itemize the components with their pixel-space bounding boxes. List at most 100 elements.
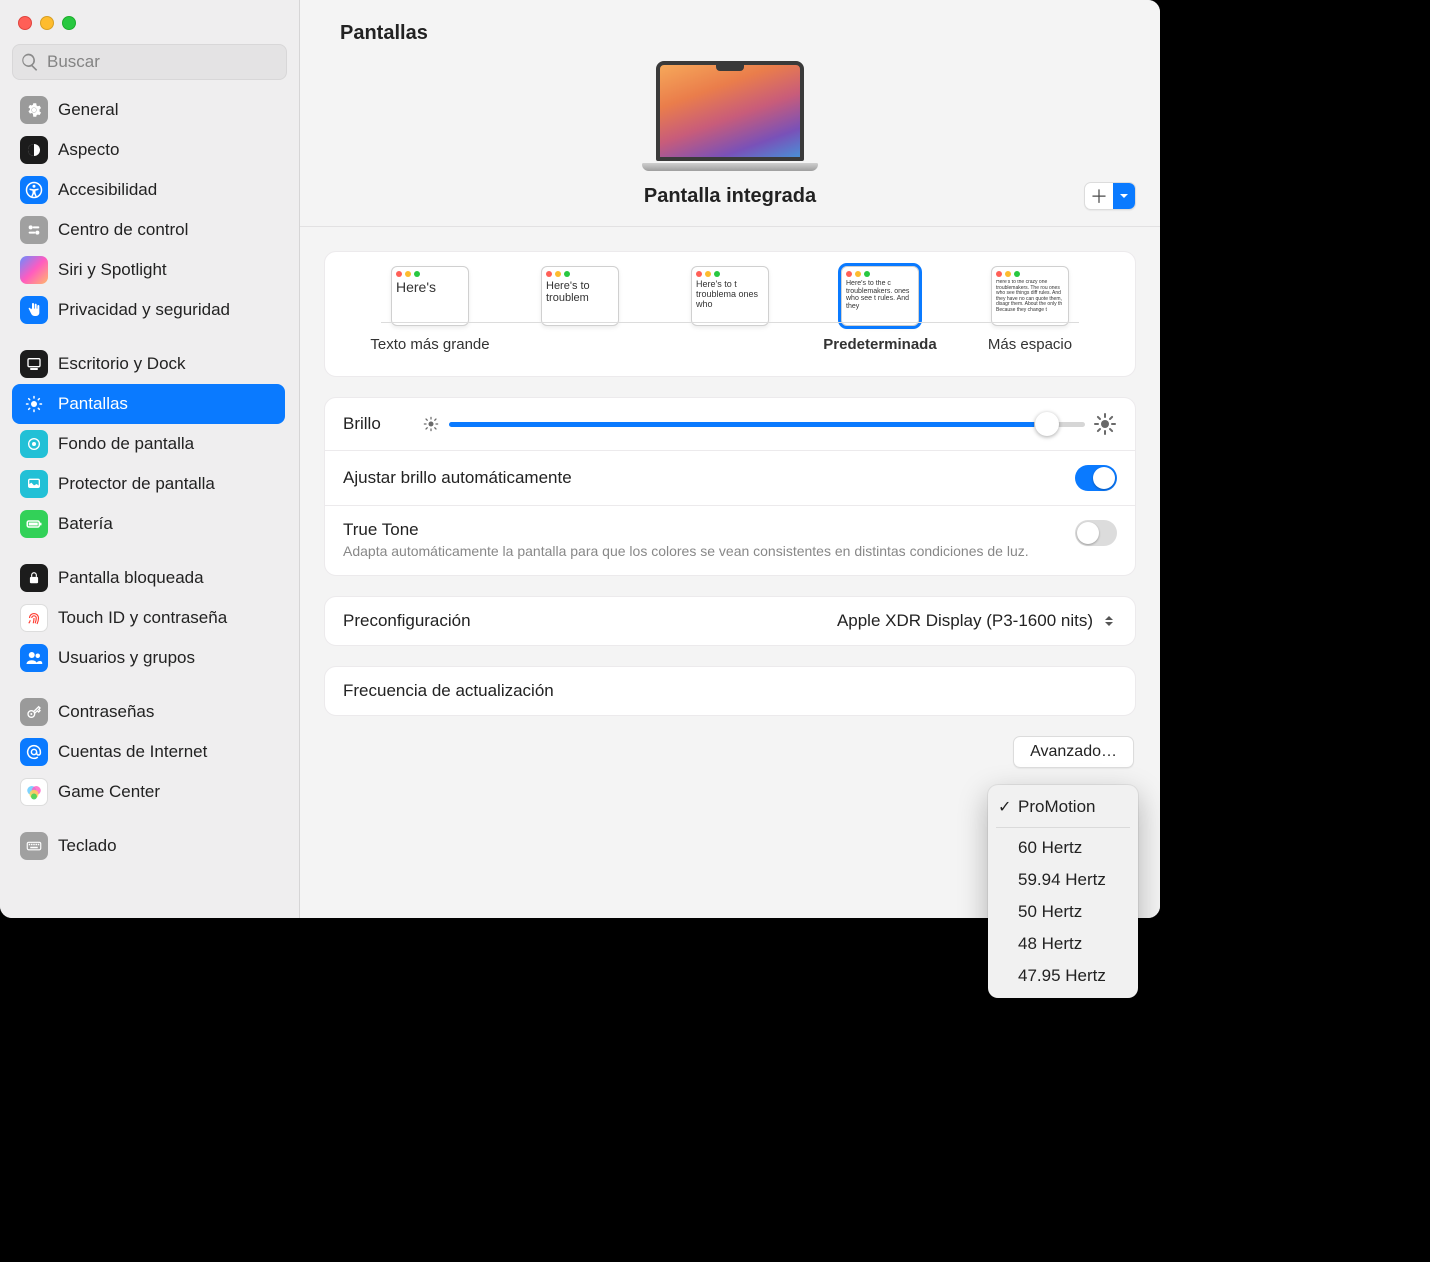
true-tone-row: True Tone Adapta automáticamente la pant… bbox=[325, 505, 1135, 575]
sidebar-item-label: Escritorio y Dock bbox=[58, 354, 186, 374]
sidebar-item-label: Privacidad y seguridad bbox=[58, 300, 230, 320]
sidebar: General Aspecto Accesibilidad Centro de … bbox=[0, 0, 300, 918]
menu-item-50hz[interactable]: 50 Hertz bbox=[988, 896, 1138, 928]
add-display-button[interactable]: ＋ bbox=[1084, 182, 1136, 210]
brightness-label: Brillo bbox=[343, 414, 381, 434]
sidebar-item-touch-id[interactable]: Touch ID y contraseña bbox=[12, 598, 285, 638]
sidebar-item-label: Batería bbox=[58, 514, 113, 534]
sidebar-item-label: Touch ID y contraseña bbox=[58, 608, 227, 628]
sidebar-item-label: Game Center bbox=[58, 782, 160, 802]
sidebar-item-accessibility[interactable]: Accesibilidad bbox=[12, 170, 285, 210]
menu-item-48hz[interactable]: 48 Hertz bbox=[988, 928, 1138, 960]
resolution-option-more-space[interactable]: Here's to the crazy one troublemakers. T… bbox=[955, 266, 1105, 354]
search-field bbox=[12, 44, 287, 80]
main-content: Pantallas Pantalla integrada ＋ bbox=[300, 0, 1160, 918]
auto-brightness-row: Ajustar brillo automáticamente bbox=[325, 450, 1135, 505]
true-tone-description: Adapta automáticamente la pantalla para … bbox=[343, 542, 1075, 561]
sidebar-item-label: Aspecto bbox=[58, 140, 119, 160]
auto-brightness-toggle[interactable] bbox=[1075, 465, 1117, 491]
sidebar-item-wallpaper[interactable]: Fondo de pantalla bbox=[12, 424, 285, 464]
sidebar-item-users-groups[interactable]: Usuarios y grupos bbox=[12, 638, 285, 678]
advanced-button[interactable]: Avanzado… bbox=[1013, 736, 1134, 768]
sidebar-item-displays[interactable]: Pantallas bbox=[12, 384, 285, 424]
sun-large-icon bbox=[1093, 412, 1117, 436]
keyboard-icon bbox=[20, 832, 48, 860]
sun-small-icon bbox=[421, 414, 441, 434]
menu-item-5994hz[interactable]: 59.94 Hertz bbox=[988, 864, 1138, 896]
sidebar-item-label: Pantallas bbox=[58, 394, 128, 414]
hand-icon bbox=[20, 296, 48, 324]
sidebar-item-game-center[interactable]: Game Center bbox=[12, 772, 285, 812]
plus-icon: ＋ bbox=[1085, 183, 1113, 209]
sun-display-icon bbox=[20, 390, 48, 418]
resolution-options: Here's Texto más grande Here's to troubl… bbox=[325, 252, 1135, 358]
refresh-rate-row[interactable]: Frecuencia de actualización ProMotion bbox=[325, 667, 1135, 715]
sidebar-item-lock-screen[interactable]: Pantalla bloqueada bbox=[12, 558, 285, 598]
key-icon bbox=[20, 698, 48, 726]
sidebar-item-label: Cuentas de Internet bbox=[58, 742, 207, 762]
resolution-option-larger-text[interactable]: Here's Texto más grande bbox=[355, 266, 505, 354]
preset-panel: Preconfiguración Apple XDR Display (P3-1… bbox=[324, 596, 1136, 646]
menu-item-4795hz[interactable]: 47.95 Hertz bbox=[988, 960, 1138, 992]
laptop-illustration bbox=[642, 61, 818, 171]
search-icon bbox=[20, 52, 40, 72]
menu-item-promotion[interactable]: ProMotion bbox=[988, 791, 1138, 823]
refresh-rate-popup[interactable]: ProMotion bbox=[1016, 681, 1117, 701]
battery-icon bbox=[20, 510, 48, 538]
brightness-row: Brillo bbox=[325, 398, 1135, 450]
sidebar-item-label: Fondo de pantalla bbox=[58, 434, 194, 454]
display-name-label: Pantalla integrada bbox=[644, 185, 816, 208]
window-controls bbox=[12, 10, 287, 44]
screen-saver-icon bbox=[20, 470, 48, 498]
users-icon bbox=[20, 644, 48, 672]
resolution-option-1[interactable]: Here's to troublem bbox=[505, 266, 655, 354]
lock-icon bbox=[20, 564, 48, 592]
sidebar-item-siri-spotlight[interactable]: Siri y Spotlight bbox=[12, 250, 285, 290]
sidebar-item-appearance[interactable]: Aspecto bbox=[12, 130, 285, 170]
appearance-icon bbox=[20, 136, 48, 164]
sidebar-item-privacy-security[interactable]: Privacidad y seguridad bbox=[12, 290, 285, 330]
close-icon[interactable] bbox=[18, 16, 32, 30]
sidebar-item-internet-accounts[interactable]: Cuentas de Internet bbox=[12, 732, 285, 772]
resolution-option-2[interactable]: Here's to t troublema ones who bbox=[655, 266, 805, 354]
dock-icon bbox=[20, 350, 48, 378]
sidebar-item-battery[interactable]: Batería bbox=[12, 504, 285, 544]
sidebar-list: General Aspecto Accesibilidad Centro de … bbox=[12, 90, 287, 918]
sidebar-item-screen-saver[interactable]: Protector de pantalla bbox=[12, 464, 285, 504]
true-tone-label: True Tone bbox=[343, 520, 1075, 540]
accessibility-icon bbox=[20, 176, 48, 204]
page-title: Pantallas bbox=[300, 0, 1160, 45]
minimize-icon[interactable] bbox=[40, 16, 54, 30]
zoom-icon[interactable] bbox=[62, 16, 76, 30]
refresh-rate-menu[interactable]: ProMotion 60 Hertz 59.94 Hertz 50 Hertz … bbox=[988, 785, 1138, 998]
sidebar-item-label: Centro de control bbox=[58, 220, 188, 240]
preset-row[interactable]: Preconfiguración Apple XDR Display (P3-1… bbox=[325, 597, 1135, 645]
system-settings-window: General Aspecto Accesibilidad Centro de … bbox=[0, 0, 1160, 918]
refresh-rate-panel: Frecuencia de actualización ProMotion bbox=[324, 666, 1136, 716]
preset-popup[interactable]: Apple XDR Display (P3-1600 nits) bbox=[837, 611, 1117, 631]
sidebar-item-label: Usuarios y grupos bbox=[58, 648, 195, 668]
auto-brightness-label: Ajustar brillo automáticamente bbox=[343, 468, 1075, 488]
sidebar-item-passwords[interactable]: Contraseñas bbox=[12, 692, 285, 732]
sidebar-item-general[interactable]: General bbox=[12, 90, 285, 130]
brightness-panel: Brillo Ajustar brillo automáticamente bbox=[324, 397, 1136, 576]
brightness-track[interactable] bbox=[449, 422, 1085, 427]
sidebar-item-label: General bbox=[58, 100, 118, 120]
chevron-down-icon[interactable] bbox=[1113, 183, 1135, 209]
brightness-slider[interactable] bbox=[421, 412, 1117, 436]
wallpaper-icon bbox=[20, 430, 48, 458]
sidebar-item-label: Accesibilidad bbox=[58, 180, 157, 200]
sidebar-item-control-center[interactable]: Centro de control bbox=[12, 210, 285, 250]
refresh-rate-label: Frecuencia de actualización bbox=[343, 681, 554, 701]
fingerprint-icon bbox=[20, 604, 48, 632]
resolution-option-default[interactable]: Here's to the c troublemakers. ones who … bbox=[805, 266, 955, 354]
true-tone-toggle[interactable] bbox=[1075, 520, 1117, 546]
sidebar-item-label: Protector de pantalla bbox=[58, 474, 215, 494]
search-input[interactable] bbox=[12, 44, 287, 80]
footer-buttons: Avanzado… bbox=[324, 736, 1136, 768]
sidebar-item-keyboard[interactable]: Teclado bbox=[12, 826, 285, 866]
brightness-thumb[interactable] bbox=[1035, 412, 1059, 436]
sidebar-item-desktop-dock[interactable]: Escritorio y Dock bbox=[12, 344, 285, 384]
display-hero: Pantalla integrada ＋ bbox=[300, 45, 1160, 227]
menu-item-60hz[interactable]: 60 Hertz bbox=[988, 832, 1138, 864]
